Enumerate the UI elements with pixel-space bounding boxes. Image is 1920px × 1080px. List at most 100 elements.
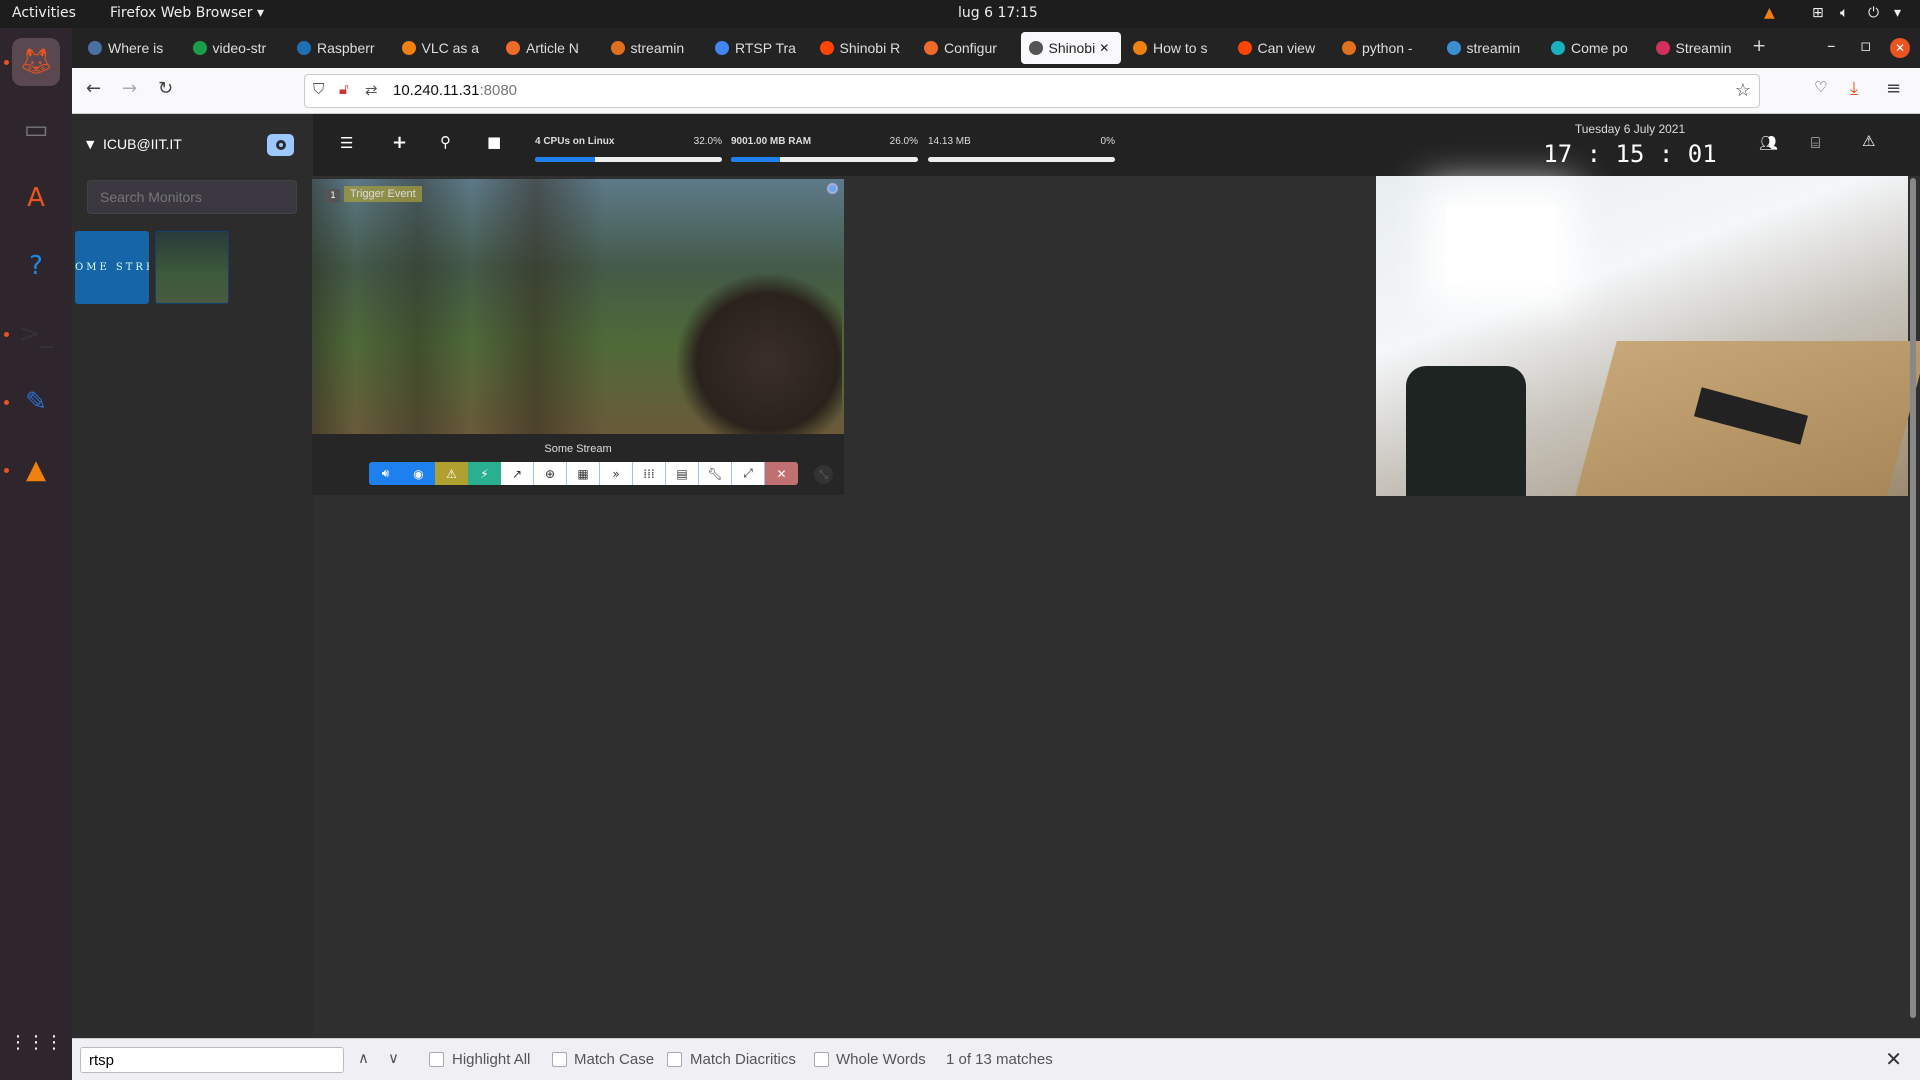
user-name[interactable]: ICUB@IIT.IT (103, 136, 182, 152)
add-monitor-icon[interactable]: + (392, 132, 407, 153)
date-label: Tuesday 6 July 2021 (1574, 122, 1686, 136)
url-bar[interactable]: ⛉ 🔓︎ ⇄ 10.240.11.31:8080 ☆ (304, 74, 1760, 108)
maximize-button[interactable]: ▫ (1860, 36, 1872, 56)
favicon-icon (88, 41, 102, 55)
tab-label: Shinobi R (839, 40, 901, 56)
favicon-icon (610, 41, 625, 55)
highlight-all-checkbox[interactable] (429, 1052, 444, 1067)
find-input[interactable] (80, 1047, 344, 1073)
browser-tab[interactable]: Raspberr (289, 32, 389, 64)
permissions-icon[interactable]: ⇄ (365, 81, 378, 99)
favicon-icon (1655, 41, 1670, 55)
pocket-icon[interactable]: ♡ (1814, 78, 1827, 96)
match-diacritics-checkbox[interactable] (667, 1052, 682, 1067)
power-icon[interactable]: ⏻ (1868, 5, 1879, 21)
browser-tab[interactable]: VLC as a (394, 32, 494, 64)
browser-tab[interactable]: Streamin (1648, 32, 1748, 64)
close-button[interactable]: ✕ (765, 462, 798, 485)
warning-icon[interactable]: ⚠ (1862, 132, 1875, 150)
browser-tab[interactable]: streamin (603, 32, 703, 64)
volume-icon[interactable]: 🔈︎ (1840, 5, 1848, 21)
browser-tab[interactable]: Shinobi ✕ (1020, 32, 1121, 64)
dock-files-icon[interactable]: ▭ (12, 106, 60, 154)
insecure-lock-icon[interactable]: 🔓︎ (339, 81, 349, 98)
match-diacritics-label[interactable]: Match Diacritics (690, 1051, 796, 1068)
browser-tab[interactable]: Can view (1230, 32, 1330, 64)
film-button[interactable]: ▤ (666, 462, 699, 485)
map-marker-icon[interactable]: ⚲ (440, 133, 451, 151)
users-icon[interactable]: 👥︎ (1759, 134, 1778, 152)
list-icon[interactable]: ☰ (340, 134, 353, 152)
browser-tab[interactable]: video-str (185, 32, 285, 64)
dock-text-editor-icon[interactable]: ✎ (12, 378, 60, 426)
app-menu[interactable]: Firefox Web Browser ▾ (110, 5, 264, 21)
caret-down-icon[interactable]: ▼ (86, 138, 94, 151)
browser-tab[interactable]: streamin (1439, 32, 1539, 64)
volume-button[interactable]: 🔊︎ (369, 462, 402, 485)
browser-tab[interactable]: Come po (1543, 32, 1643, 64)
tab-label: Where is (108, 40, 164, 56)
forward-button[interactable]: → (122, 78, 137, 99)
hard-drive-icon[interactable]: ⌸ (1811, 134, 1820, 152)
minimize-button[interactable]: – (1827, 36, 1836, 56)
tab-label: Configur (944, 40, 997, 56)
page-scrollbar[interactable] (1910, 178, 1916, 1018)
monitor-2-video-stream[interactable] (1376, 176, 1920, 496)
new-tab-button[interactable]: + (1752, 36, 1766, 56)
match-case-label[interactable]: Match Case (574, 1051, 654, 1068)
trigger-event-button[interactable]: Trigger Event (344, 186, 422, 202)
system-clock[interactable]: lug 6 17:15 (958, 5, 1038, 21)
wrench-button[interactable]: 🔧︎ (699, 462, 732, 485)
whole-words-label[interactable]: Whole Words (836, 1051, 926, 1068)
expand-button[interactable]: ⤢ (732, 462, 765, 485)
shield-icon[interactable]: ⛉ (313, 81, 324, 98)
close-window-button[interactable]: ✕ (1890, 38, 1910, 58)
dock-software-icon[interactable]: A (12, 174, 60, 222)
browser-tab[interactable]: Shinobi R (812, 32, 912, 64)
bookmark-star-icon[interactable]: ☆ (1735, 80, 1751, 101)
back-button[interactable]: ← (86, 78, 101, 99)
external-link-button[interactable]: ↗ (501, 462, 534, 485)
browser-tab[interactable]: python - (1334, 32, 1434, 64)
downloads-icon[interactable]: ⤓ (1850, 78, 1858, 99)
forward-button[interactable]: » (600, 462, 633, 485)
match-case-checkbox[interactable] (552, 1052, 567, 1067)
browser-tab[interactable]: How to s (1125, 32, 1225, 64)
highlight-all-label[interactable]: Highlight All (452, 1051, 530, 1068)
camera-button[interactable]: ◉ (402, 462, 435, 485)
zoom-in-button[interactable]: ⊕ (534, 462, 567, 485)
whole-words-checkbox[interactable] (814, 1052, 829, 1067)
cpu-bar-fill (535, 157, 595, 162)
monitor-thumbnail-2[interactable] (155, 231, 229, 304)
resize-handle-icon[interactable]: ⤡ (814, 465, 833, 484)
close-tab-icon[interactable]: ✕ (1099, 41, 1109, 55)
dock-firefox-icon[interactable]: 🦊︎ (12, 38, 60, 86)
calendar-button[interactable]: ▦ (567, 462, 600, 485)
grid-button[interactable]: ⁞⁞⁞ (633, 462, 666, 485)
snapshot-camera-icon[interactable] (267, 134, 294, 156)
browser-tab[interactable]: Where is (80, 32, 180, 64)
show-apps-grid-icon[interactable]: ⋮⋮⋮ (9, 1018, 63, 1066)
search-monitors-input[interactable] (87, 180, 297, 214)
browser-tab[interactable]: Configur (916, 32, 1016, 64)
dock-vlc-icon[interactable]: ▲ (12, 446, 60, 494)
monitor-thumbnail-1[interactable]: OME STREA (75, 231, 149, 304)
browser-tab[interactable]: RTSP Tra (707, 32, 807, 64)
plug-button[interactable]: ⚡︎ (468, 462, 501, 485)
cpu-value: 32.0% (693, 136, 722, 147)
dock-help-icon[interactable]: ? (12, 242, 60, 290)
menu-icon[interactable]: ≡ (1886, 78, 1901, 99)
network-icon[interactable]: ⊞ (1812, 5, 1824, 21)
reload-button[interactable]: ↻ (158, 78, 173, 99)
warning-button[interactable]: ⚠ (435, 462, 468, 485)
vlc-tray-icon[interactable]: ▲ (1764, 5, 1775, 21)
find-next-button[interactable]: ∨ (388, 1049, 399, 1067)
dock-terminal-icon[interactable]: >_ (12, 310, 60, 358)
browser-tab[interactable]: Article N (498, 32, 598, 64)
system-menu-chevron-icon[interactable]: ▾ (1894, 5, 1901, 21)
find-previous-button[interactable]: ∧ (358, 1049, 369, 1067)
close-find-bar-button[interactable]: ✕ (1885, 1047, 1902, 1072)
video-camera-icon[interactable]: ■ (487, 133, 501, 151)
activities-button[interactable]: Activities (12, 5, 76, 21)
video-stream[interactable]: 1 Trigger Event (312, 179, 844, 434)
